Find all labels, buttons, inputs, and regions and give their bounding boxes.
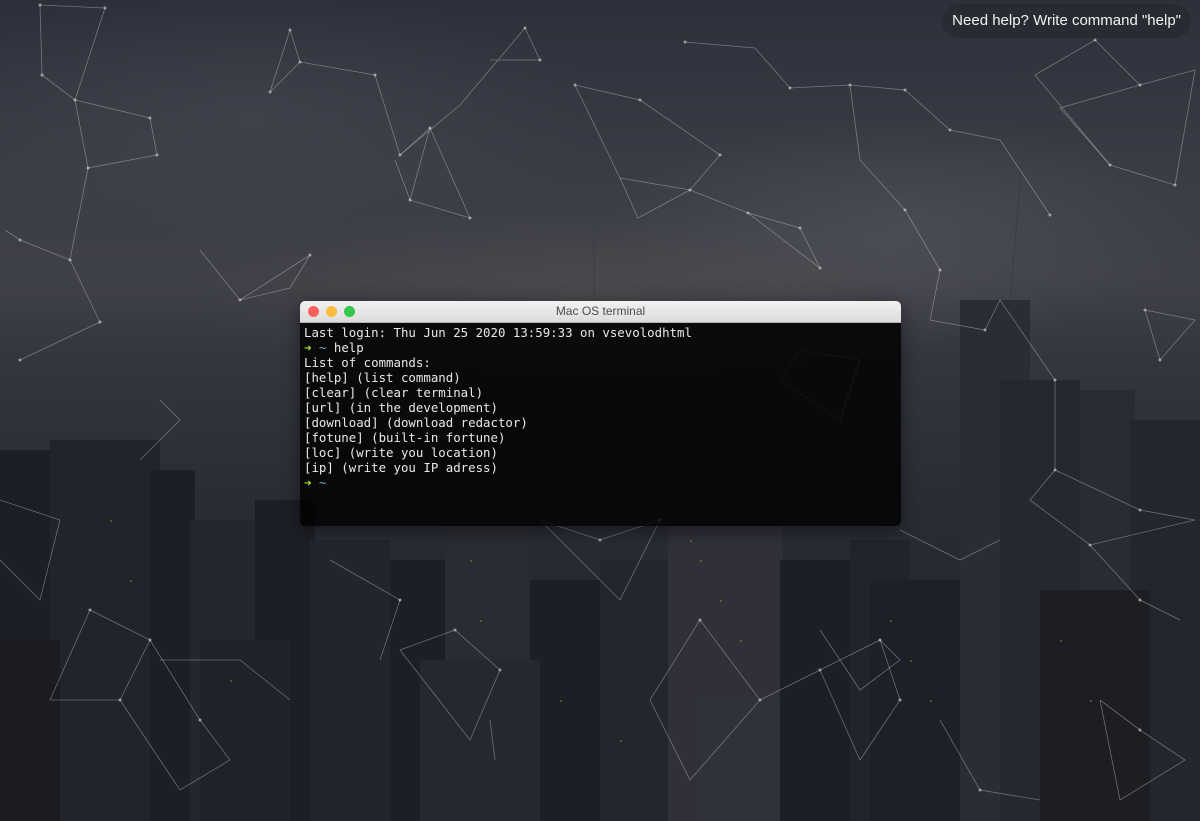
prompt-line: ➜ ~ help [304,340,897,355]
output-line: [download] (download redactor) [304,415,528,430]
prompt-dir: ~ [318,340,327,355]
terminal-titlebar[interactable]: Mac OS terminal [300,301,901,323]
prompt-arrow-icon: ➜ [304,340,312,355]
terminal-window[interactable]: Mac OS terminal Last login: Thu Jun 25 2… [300,301,901,526]
output-line: [help] (list command) [304,370,461,385]
output-line: [loc] (write you location) [304,445,498,460]
prompt-line[interactable]: ➜ ~ [304,475,897,490]
output-line: [url] (in the development) [304,400,498,415]
prompt-arrow-icon: ➜ [304,475,312,490]
minimize-button[interactable] [326,306,337,317]
terminal-output[interactable]: Last login: Thu Jun 25 2020 13:59:33 on … [300,323,901,526]
prompt-dir: ~ [318,475,327,490]
output-line: [ip] (write you IP adress) [304,460,498,475]
output-line: [clear] (clear terminal) [304,385,484,400]
output-line: [fotune] (built-in fortune) [304,430,506,445]
output-line: Last login: Thu Jun 25 2020 13:59:33 on … [304,325,692,340]
prompt-command: help [333,340,364,355]
help-tooltip: Need help? Write command "help" [942,4,1191,38]
close-button[interactable] [308,306,319,317]
terminal-title: Mac OS terminal [555,304,646,318]
maximize-button[interactable] [344,306,355,317]
output-line: List of commands: [304,355,431,370]
